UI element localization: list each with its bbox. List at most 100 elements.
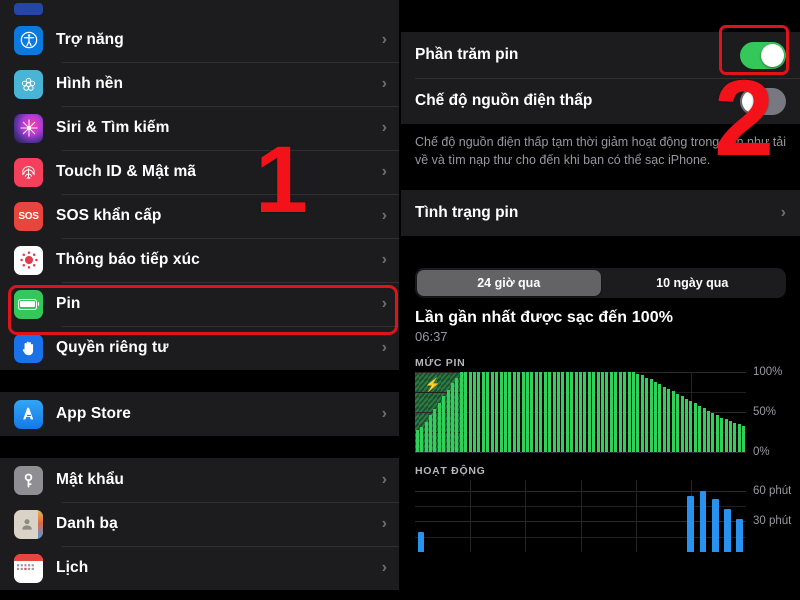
chart-bar [724,419,728,453]
sidebar-item-emergency-sos[interactable]: SOS SOS khẩn cấp › [0,194,399,238]
group-separator [0,370,399,392]
segment-24-hours[interactable]: 24 giờ qua [417,270,601,297]
calendar-icon [14,553,43,583]
sidebar-item-touchid-passcode[interactable]: Touch ID & Mật mã › [0,150,399,194]
sidebar-item-battery[interactable]: Pin › [0,282,399,326]
chart-bar [561,372,565,453]
app-store-icon [14,399,43,429]
siri-icon [14,113,43,143]
chart-bar [583,372,587,453]
partial-top-row-group [0,0,399,18]
chart-bar [539,372,543,453]
chevron-right-icon: › [381,75,387,92]
chart-bar [640,375,644,453]
chart-bar [729,421,733,453]
chart-bar [699,490,707,553]
chart-bar [534,372,538,453]
chart-bar [654,381,658,453]
sidebar-item-label: Hình nền [56,75,124,92]
chart-bar [649,379,653,453]
time-range-segmented-control[interactable]: 24 giờ qua 10 ngày qua [415,268,786,299]
section-gap [401,236,800,259]
gridline-vertical [525,480,527,553]
chevron-right-icon: › [381,471,387,488]
settings-list-pane: Trợ năng › Hình nền › Siri & Tìm kiếm › [0,0,401,600]
chart-bar [543,372,547,453]
axis-tick-label: 100% [753,366,783,379]
chart-bar [618,372,622,453]
chart-bar [508,372,512,453]
chart-bar [417,531,425,553]
row-label: Phần trăm pin [415,46,519,63]
axis-tick-label: 50% [753,406,777,419]
sidebar-item-label: Lịch [56,559,89,576]
segment-10-days[interactable]: 10 ngày qua [601,270,785,296]
chart-bar [609,372,613,453]
sidebar-item-label: SOS khẩn cấp [56,207,162,224]
chart-bar [574,372,578,453]
chart-bar [737,424,741,453]
chart-bar [680,396,684,453]
chart-bar [742,425,746,453]
sidebar-item-app-store[interactable]: App Store › [0,392,399,436]
sos-icon: SOS [14,201,43,231]
chart-bar [481,372,485,453]
gridline-vertical [470,480,472,553]
chart-bar [548,372,552,453]
chart-bar [486,372,490,453]
settings-group-3: Mật khẩu › Danh bạ › Lịch › [0,458,399,590]
chart-bar [684,398,688,453]
axis-tick-label: 0% [753,446,770,459]
chart-bar [428,415,432,453]
chart-bar [631,372,635,453]
chart-bar [499,372,503,453]
sidebar-item-label: Touch ID & Mật mã [56,163,197,180]
annotation-marker-1: 1 [255,127,308,233]
activity-y-axis: 60 phút 30 phút [746,480,800,552]
group-separator [0,436,399,458]
sidebar-item-exposure-notifications[interactable]: Thông báo tiếp xúc › [0,238,399,282]
wallpaper-icon [14,69,43,99]
sidebar-item-siri-search[interactable]: Siri & Tìm kiếm › [0,106,399,150]
row-label: Chế độ nguồn điện thấp [415,92,593,109]
sidebar-item-wallpaper[interactable]: Hình nền › [0,62,399,106]
time-range-segmented-control-wrap: 24 giờ qua 10 ngày qua [401,258,800,299]
chart-bar [676,393,680,453]
chart-bar [495,372,499,453]
chart-bar [415,429,419,453]
row-battery-health[interactable]: Tình trạng pin › [401,190,800,237]
sidebar-item-calendar[interactable]: Lịch › [0,546,399,590]
chart-bar [601,372,605,453]
sidebar-item-label: Thông báo tiếp xúc [56,251,200,268]
chart-bar [605,372,609,453]
chart-bar [623,372,627,453]
chevron-right-icon: › [381,207,387,224]
privacy-hand-icon [14,333,43,363]
chart-bar [556,372,560,453]
chart-bar [578,372,582,453]
activity-chart[interactable]: 60 phút 30 phút [401,480,800,553]
battery-level-chart[interactable]: ⚡ 100% 50% 0% [401,366,800,458]
chart-bar [706,410,710,453]
axis-tick-label: 30 phút [753,515,792,528]
chart-bar [720,417,724,453]
chart-bar [521,372,525,453]
chart-bar [711,498,719,553]
chart-bar [517,372,521,453]
battery-icon [14,289,43,319]
sidebar-item-accessibility[interactable]: Trợ năng › [0,18,399,62]
chart-bar [526,372,530,453]
sidebar-item-label: Trợ năng [56,31,124,48]
sidebar-item-privacy[interactable]: Quyền riêng tư › [0,326,399,370]
screenshot-root: Trợ năng › Hình nền › Siri & Tìm kiếm › [0,0,800,600]
passwords-key-icon [14,465,43,495]
sidebar-item-contacts[interactable]: Danh bạ › [0,502,399,546]
sidebar-item-passwords[interactable]: Mật khẩu › [0,458,399,502]
chart-bar [592,372,596,453]
partial-top-row[interactable] [0,0,399,18]
chart-bar [711,413,715,453]
battery-icon-shape [17,298,40,310]
sidebar-item-label: Siri & Tìm kiếm [56,119,170,136]
gridline [415,452,746,454]
chart-bar [662,386,666,453]
